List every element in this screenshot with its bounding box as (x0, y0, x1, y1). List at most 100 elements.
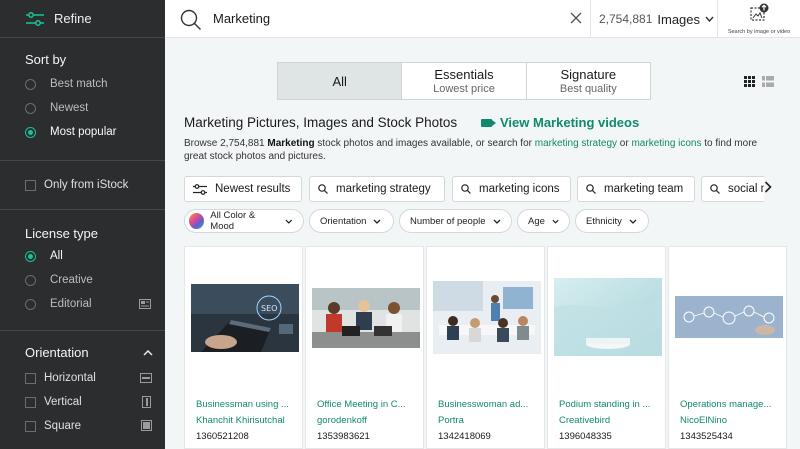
chevron-down-icon (374, 219, 381, 224)
card-author[interactable]: Portra (438, 415, 538, 426)
desc-link-icons[interactable]: marketing icons (631, 138, 701, 149)
license-option-all[interactable]: All (25, 244, 165, 268)
result-card[interactable]: Businesswoman ad... Portra 1342418069 (426, 246, 545, 449)
chevron-right-icon[interactable] (764, 181, 772, 193)
search-icon (586, 184, 596, 194)
newspaper-icon (139, 299, 151, 309)
results-grid: SEO Businessman using ... Khanchit Khiri… (184, 246, 787, 449)
card-author[interactable]: NicoElNino (680, 415, 780, 426)
chevron-up-icon[interactable] (143, 349, 153, 356)
chip-marketing-team[interactable]: marketing team (577, 176, 695, 202)
radio-button[interactable] (25, 102, 36, 114)
sort-option-most-popular[interactable]: Most popular (25, 120, 165, 144)
orientation-option-square[interactable]: Square (25, 414, 165, 438)
card-title[interactable]: Businesswoman ad... (438, 399, 538, 410)
card-title[interactable]: Office Meeting in C... (317, 399, 417, 410)
desc-keyword: Marketing (267, 138, 315, 149)
grid-view-icon[interactable] (744, 76, 755, 87)
license-option-editorial[interactable]: Editorial (25, 292, 165, 316)
search-by-image-label: Search by image or video (727, 29, 791, 35)
number-of-people-filter[interactable]: Number of people (399, 209, 512, 233)
checkbox[interactable] (25, 420, 36, 432)
filter-label: Ethnicity (586, 215, 622, 227)
square-orientation-icon (141, 420, 152, 431)
sliders-icon (26, 11, 44, 26)
only-istock-option[interactable]: Only from iStock (25, 173, 165, 197)
chip-label: Newest results (215, 183, 291, 195)
checkbox[interactable] (25, 396, 36, 408)
card-id: 1360521208 (196, 431, 249, 442)
tab-title: Essentials (434, 67, 494, 82)
search-by-image-button[interactable]: Search by image or video (717, 0, 800, 38)
chip-social-media[interactable]: social m (701, 176, 764, 202)
card-title[interactable]: Businessman using ... (196, 399, 296, 410)
sort-option-label: Newest (50, 102, 89, 114)
orientation-filter[interactable]: Orientation (309, 209, 394, 233)
license-option-creative[interactable]: Creative (25, 268, 165, 292)
result-thumbnail[interactable] (675, 296, 783, 338)
license-title: License type (25, 226, 98, 241)
license-option-label: Creative (50, 274, 93, 286)
search-bar: Marketing 2,754,881 Images Search by ima… (165, 0, 800, 38)
card-author[interactable]: Creativebird (559, 415, 659, 426)
refine-toggle[interactable]: Refine (0, 0, 165, 38)
result-thumbnail[interactable] (433, 281, 541, 354)
age-filter[interactable]: Age (517, 209, 570, 233)
search-icon (710, 184, 720, 194)
radio-button[interactable] (25, 274, 36, 286)
desc-text: stock photos and images available, or se… (314, 138, 535, 149)
search-icon (461, 184, 471, 194)
orientation-header[interactable]: Orientation (25, 345, 165, 360)
chevron-down-icon (705, 16, 714, 22)
horizontal-orientation-icon (140, 373, 152, 383)
tab-title: Signature (560, 67, 617, 82)
card-author[interactable]: Khanchit Khirisutchal (196, 415, 296, 426)
search-input[interactable]: Marketing (213, 11, 270, 26)
result-thumbnail[interactable]: SEO (191, 284, 299, 352)
chip-marketing-icons[interactable]: marketing icons (452, 176, 571, 202)
radio-button-selected[interactable] (25, 250, 36, 262)
tab-essentials[interactable]: Essentials Lowest price (402, 63, 527, 99)
checkbox[interactable] (25, 372, 36, 384)
tab-all[interactable]: All (278, 63, 403, 99)
related-searches: Newest results marketing strategy market… (184, 176, 764, 202)
orientation-option-vertical[interactable]: Vertical (25, 390, 165, 414)
sliders-icon (193, 183, 207, 195)
result-card[interactable]: Podium standing in ... Creativebird 1396… (547, 246, 666, 449)
istock-section: Only from iStock (0, 161, 165, 209)
radio-button[interactable] (25, 298, 36, 310)
color-mood-filter[interactable]: All Color & Mood (184, 209, 304, 233)
filter-label: Age (528, 215, 545, 227)
tab-signature[interactable]: Signature Best quality (526, 63, 650, 99)
chip-newest-results[interactable]: Newest results (184, 176, 302, 202)
license-option-label: All (50, 250, 63, 262)
image-search-icon (750, 3, 769, 21)
card-author[interactable]: gorodenkoff (317, 415, 417, 426)
video-camera-icon (481, 118, 496, 127)
media-type-dropdown[interactable]: 2,754,881 Images (590, 0, 717, 38)
card-id: 1353983621 (317, 431, 370, 442)
radio-button[interactable] (25, 78, 36, 90)
result-card[interactable]: Operations manage... NicoElNino 13435254… (668, 246, 787, 449)
only-istock-label: Only from iStock (44, 179, 129, 191)
sort-option-newest[interactable]: Newest (25, 96, 165, 120)
list-view-icon[interactable] (762, 76, 774, 87)
checkbox[interactable] (25, 179, 36, 191)
sort-option-best-match[interactable]: Best match (25, 72, 165, 96)
result-thumbnail[interactable] (554, 278, 662, 356)
result-thumbnail[interactable] (312, 288, 420, 348)
close-icon[interactable] (570, 12, 582, 24)
chip-marketing-strategy[interactable]: marketing strategy (309, 176, 445, 202)
card-title[interactable]: Podium standing in ... (559, 399, 659, 410)
radio-button-selected[interactable] (25, 126, 36, 138)
card-title[interactable]: Operations manage... (680, 399, 780, 410)
filter-label: All Color & Mood (210, 210, 256, 232)
desc-link-strategy[interactable]: marketing strategy (535, 138, 617, 149)
card-id: 1343525434 (680, 431, 733, 442)
ethnicity-filter[interactable]: Ethnicity (575, 209, 649, 233)
orientation-option-horizontal[interactable]: Horizontal (25, 366, 165, 390)
result-card[interactable]: Office Meeting in C... gorodenkoff 13539… (305, 246, 424, 449)
view-videos-link[interactable]: View Marketing videos (481, 115, 639, 130)
chip-label: marketing strategy (336, 183, 431, 195)
result-card[interactable]: SEO Businessman using ... Khanchit Khiri… (184, 246, 303, 449)
